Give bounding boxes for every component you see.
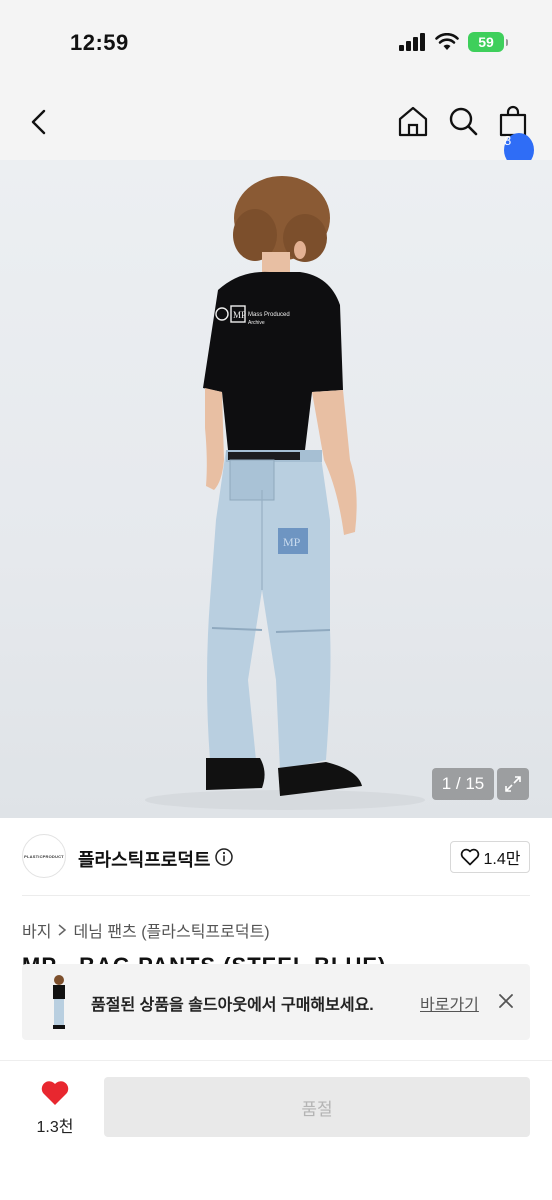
svg-text:MP: MP: [283, 535, 301, 549]
shop-logo-text: PLASTICPRODUCT: [24, 853, 64, 859]
shop-favorite-button[interactable]: 1.4만: [450, 841, 530, 873]
breadcrumb-category[interactable]: 바지: [22, 918, 51, 942]
status-icons: 59: [399, 32, 508, 52]
soldout-button[interactable]: 품절: [104, 1077, 530, 1137]
cart-button[interactable]: 8: [498, 104, 534, 167]
nav-actions: 8: [398, 104, 534, 167]
like-count: 1.3천: [36, 1119, 74, 1136]
close-icon[interactable]: [497, 992, 515, 1010]
status-time: 12:59: [70, 30, 129, 55]
heart-filled-icon[interactable]: [40, 1079, 70, 1107]
toast-message: 품절된 상품을 솔드아웃에서 구매해보세요.: [91, 997, 374, 1014]
search-button[interactable]: [448, 104, 478, 138]
shop-logo[interactable]: PLASTICPRODUCT: [22, 834, 66, 878]
heart-outline-icon: [460, 848, 479, 866]
chevron-right-icon: [58, 924, 67, 936]
shop-favorite-count: 1.4만: [483, 851, 521, 868]
divider: [22, 895, 530, 896]
shirt-print-subtext: Archive: [248, 320, 265, 326]
status-bar: 12:59 59: [0, 0, 552, 90]
info-icon[interactable]: [214, 847, 234, 867]
home-icon: [398, 106, 428, 137]
signal-icon: [399, 33, 425, 51]
back-arrow-icon[interactable]: [24, 106, 54, 138]
expand-icon: [505, 776, 521, 792]
shirt-print-text: Mass Produced: [248, 312, 290, 318]
breadcrumb: 바지 데님 팬츠 (플라스틱프로덕트): [22, 918, 270, 942]
product-photo-model: MP Mass Produced Archive MP: [145, 176, 425, 810]
home-button[interactable]: [398, 104, 428, 138]
shop-row[interactable]: PLASTICPRODUCT 플라스틱프로덕트 1.4만: [22, 834, 530, 880]
wifi-icon: [435, 33, 459, 50]
top-nav: 8: [0, 90, 552, 167]
toast-thumbnail: [53, 975, 65, 1029]
soldout-button-label: 품절: [301, 1099, 333, 1119]
svg-text:MP: MP: [233, 310, 246, 320]
soldout-toast: 품절된 상품을 솔드아웃에서 구매해보세요. 바로가기: [22, 964, 530, 1040]
battery-indicator: 59: [468, 32, 508, 52]
image-counter: 1 / 15: [432, 768, 494, 800]
search-icon: [449, 107, 478, 136]
product-image-gallery[interactable]: MP Mass Produced Archive MP: [0, 160, 552, 818]
expand-button[interactable]: [497, 768, 529, 800]
shop-name[interactable]: 플라스틱프로덕트: [78, 846, 210, 872]
bottom-action-bar: 1.3천 품절: [0, 1060, 552, 1200]
battery-level: 59: [478, 34, 494, 50]
breadcrumb-subcategory[interactable]: 데님 팬츠 (플라스틱프로덕트): [73, 918, 269, 942]
toast-link[interactable]: 바로가기: [420, 991, 479, 1015]
